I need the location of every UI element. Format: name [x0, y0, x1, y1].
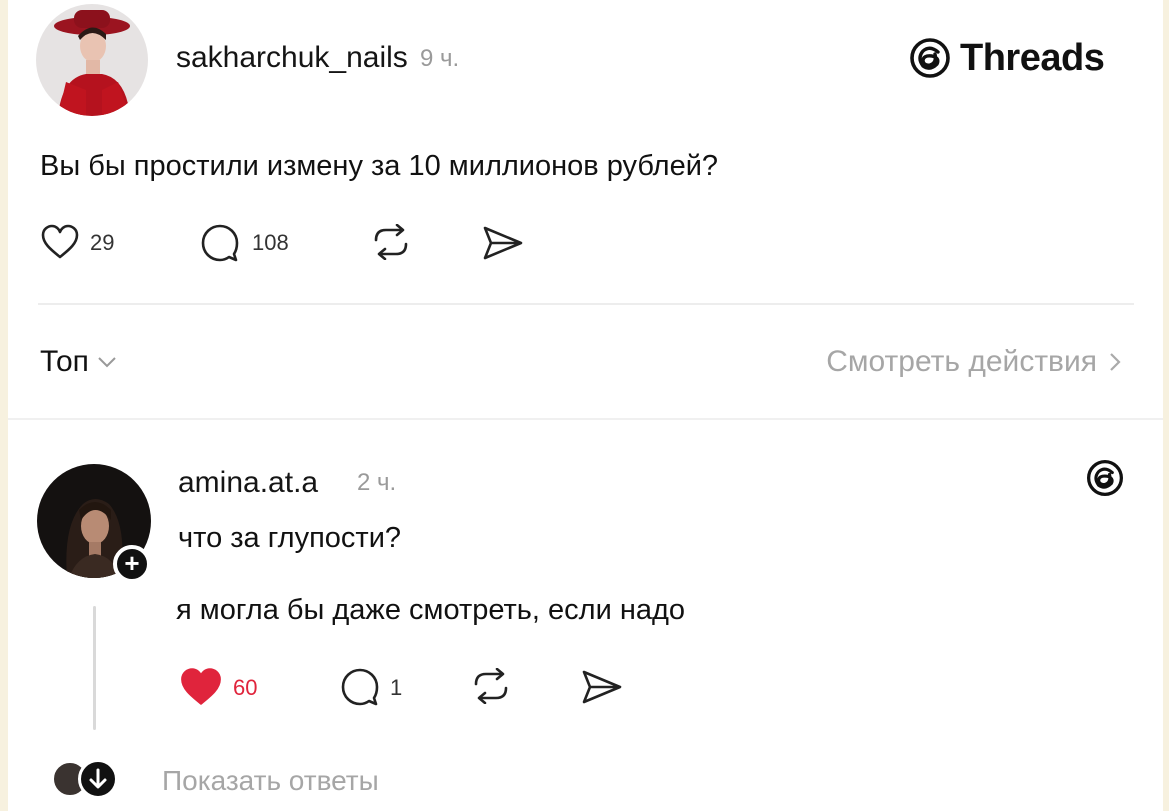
post-timestamp: 9 ч. — [420, 45, 460, 72]
threads-brand[interactable]: Threads — [908, 36, 1105, 80]
like-button[interactable] — [40, 223, 80, 261]
reply-username[interactable]: amina.at.a — [178, 466, 318, 500]
view-activity-link[interactable]: Смотреть действия — [826, 345, 1121, 379]
reply-button[interactable] — [200, 223, 240, 263]
threads-brand-label: Threads — [960, 36, 1105, 79]
follow-button[interactable]: + — [113, 545, 151, 583]
view-activity-label: Смотреть действия — [826, 345, 1097, 378]
repost-button[interactable] — [370, 224, 412, 260]
show-replies-row[interactable]: Показать ответы — [52, 757, 472, 805]
reply-reply-button[interactable] — [340, 667, 380, 707]
expand-replies-button — [78, 759, 118, 799]
chevron-down-icon — [98, 357, 116, 368]
repost-icon — [374, 224, 408, 260]
chevron-right-icon — [1110, 353, 1121, 371]
send-icon — [582, 670, 622, 704]
threads-logo-icon — [1087, 460, 1123, 496]
reply-text-line-2: я могла бы даже смотреть, если надо — [176, 594, 686, 626]
comment-icon — [341, 668, 379, 706]
heart-filled-icon — [181, 668, 221, 705]
reply-count: 108 — [252, 230, 289, 255]
reply-threads-logo[interactable] — [1085, 458, 1125, 498]
comment-icon — [201, 224, 239, 262]
reply-text-line-1: что за глупости? — [178, 522, 402, 554]
post-username[interactable]: sakharchuk_nails — [176, 41, 408, 75]
repost-icon — [474, 668, 508, 704]
thread-connector-line — [93, 606, 96, 730]
reply-timestamp: 2 ч. — [357, 469, 397, 496]
reply-like-button[interactable] — [178, 666, 224, 708]
send-icon — [483, 226, 523, 260]
arrow-down-icon — [89, 768, 107, 789]
reply-like-count: 60 — [233, 675, 258, 700]
reply-share-button[interactable] — [581, 669, 623, 705]
author-avatar[interactable] — [36, 4, 148, 116]
sort-label: Топ — [40, 345, 89, 378]
sort-divider — [8, 418, 1163, 420]
plus-icon: + — [124, 548, 140, 578]
share-button[interactable] — [482, 225, 524, 261]
threads-logo-icon — [910, 38, 950, 78]
post-divider — [38, 303, 1134, 305]
author-avatar-image — [36, 4, 148, 116]
reply-reply-count: 1 — [390, 675, 403, 700]
sort-dropdown[interactable]: Топ — [40, 345, 117, 379]
post-text: Вы бы простили измену за 10 миллионов ру… — [40, 150, 719, 182]
show-replies-label: Показать ответы — [162, 765, 379, 796]
heart-icon — [41, 224, 79, 259]
right-edge-strip — [1163, 0, 1169, 811]
left-edge-strip — [0, 0, 8, 811]
like-count: 29 — [90, 230, 115, 255]
reply-repost-button[interactable] — [470, 668, 512, 704]
